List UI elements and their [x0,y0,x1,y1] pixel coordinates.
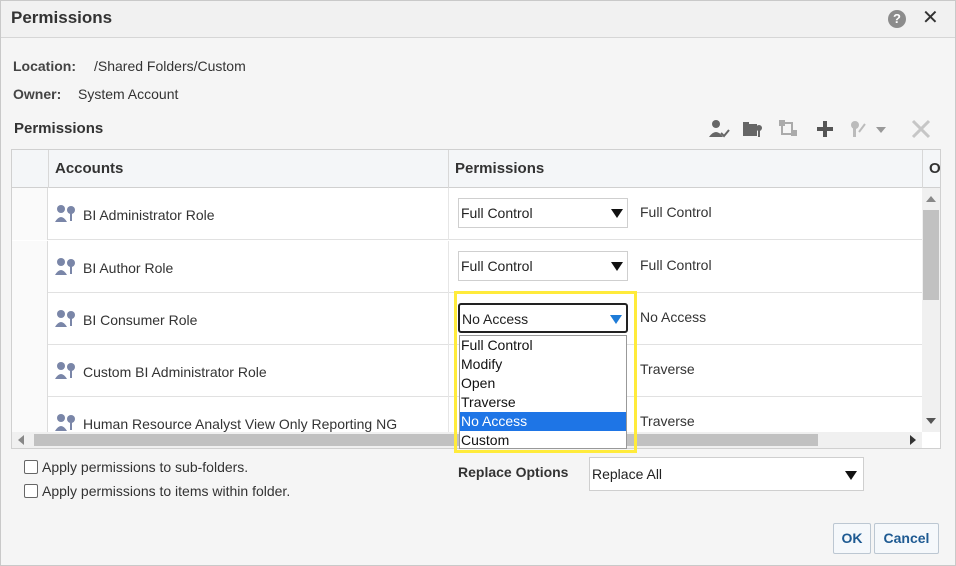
dropdown-option-custom[interactable]: Custom [460,431,626,450]
scrollbar-thumb[interactable] [34,434,818,446]
permission-text: No Access [640,309,707,325]
dropdown-option-open[interactable]: Open [460,374,626,393]
permission-select[interactable]: Full Control [458,198,628,228]
location-label: Location: [13,58,76,74]
row-header[interactable] [12,397,48,432]
header-separator [48,150,49,188]
scrollbar-thumb[interactable] [923,210,939,300]
dialog-titlebar: Permissions ? ✕ [1,1,955,38]
permission-text: Full Control [640,257,712,273]
role-name: BI Administrator Role [83,207,215,223]
table-row[interactable]: BI Administrator Role Full Control Full … [12,188,922,240]
apply-subfolders-checkbox[interactable] [24,460,38,474]
header-accounts[interactable]: Accounts [55,160,123,177]
replace-options-value: Replace All [592,466,663,482]
chevron-down-icon [611,209,623,218]
role-icon [55,258,75,275]
role-icon [55,310,75,327]
owner-value: System Account [78,86,179,102]
vertical-scrollbar[interactable] [922,188,940,432]
permissions-section-title: Permissions [14,120,104,137]
table-row[interactable]: BI Author Role Full Control Full Control [12,241,922,293]
chevron-down-icon [611,262,623,271]
dropdown-option-no-access[interactable]: No Access [460,412,626,431]
dialog-title: Permissions [11,8,113,27]
apply-items-checkbox[interactable] [24,484,38,498]
permissions-dialog: Permissions ? ✕ Location: /Shared Folder… [0,0,956,566]
row-header[interactable] [12,345,48,397]
replace-options-label: Replace Options [458,464,569,480]
set-permissions-icon[interactable] [847,118,887,140]
role-name: Custom BI Administrator Role [83,364,267,380]
permission-select-value: Full Control [461,205,533,221]
close-icon[interactable]: ✕ [922,8,939,28]
permission-text: Traverse [640,361,695,377]
role-name: BI Consumer Role [83,312,198,328]
header-permissions[interactable]: Permissions [455,160,544,177]
column-separator [448,293,449,345]
scroll-left-icon[interactable] [18,435,24,445]
add-icon[interactable] [813,118,837,140]
role-icon [55,362,75,379]
permission-text: Full Control [640,204,712,220]
copy-permissions-icon[interactable] [777,118,801,140]
dropdown-option-traverse[interactable]: Traverse [460,393,626,412]
owner-label: Owner: [13,86,62,102]
role-icon [55,205,75,222]
scroll-up-icon[interactable] [926,196,936,202]
role-icon [55,414,75,431]
column-separator [448,241,449,293]
dropdown-option-full-control[interactable]: Full Control [460,336,626,355]
role-name: BI Author Role [83,260,174,276]
header-separator [922,150,923,188]
add-roles-icon[interactable] [741,118,765,140]
row-header[interactable] [12,241,48,293]
delete-icon[interactable] [909,118,933,140]
scroll-right-icon[interactable] [910,435,916,445]
dropdown-option-modify[interactable]: Modify [460,355,626,374]
permission-select[interactable]: Full Control [458,251,628,281]
permission-select-value: Full Control [461,258,533,274]
replace-options-select[interactable]: Replace All [589,457,864,491]
role-name: Human Resource Analyst View Only Reporti… [83,416,398,432]
chevron-down-icon [610,315,622,324]
ok-button[interactable]: OK [833,523,871,554]
permission-select-value: No Access [462,311,529,327]
column-separator [448,345,449,397]
table-header: Accounts Permissions O [12,150,940,188]
permission-dropdown-list: Full Control Modify Open Traverse No Acc… [459,335,627,449]
scroll-down-icon[interactable] [926,418,936,424]
header-separator [448,150,449,188]
cancel-button[interactable]: Cancel [874,523,939,554]
help-icon[interactable]: ? [888,10,906,28]
add-users-icon[interactable] [707,118,731,140]
header-extra[interactable]: O [929,160,940,177]
permission-text: Traverse [640,413,695,429]
row-header[interactable] [12,188,48,240]
apply-items-label[interactable]: Apply permissions to items within folder… [42,483,290,499]
column-separator [448,188,449,240]
permission-select-active[interactable]: No Access [458,303,628,333]
row-header[interactable] [12,293,48,345]
column-separator [448,397,449,432]
chevron-down-icon [845,471,857,480]
location-value: /Shared Folders/Custom [94,58,246,74]
apply-subfolders-label[interactable]: Apply permissions to sub-folders. [42,459,248,475]
